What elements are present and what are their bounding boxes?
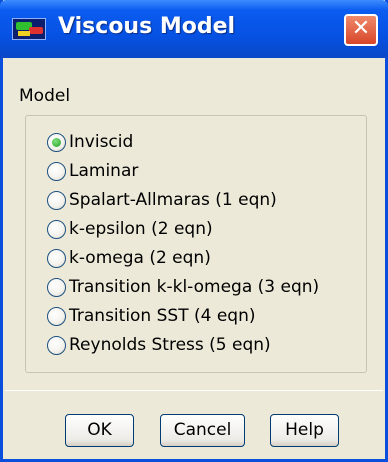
- radio-label: Laminar: [69, 161, 139, 181]
- radio-option-inviscid[interactable]: Inviscid: [47, 129, 133, 155]
- radio-button[interactable]: [47, 161, 66, 181]
- radio-option-k-epsilon[interactable]: k-epsilon (2 eqn): [47, 216, 213, 242]
- window-title: Viscous Model: [58, 14, 236, 39]
- radio-button[interactable]: [47, 277, 66, 297]
- ok-button[interactable]: OK: [65, 414, 134, 447]
- radio-button[interactable]: [47, 306, 66, 326]
- radio-option-reynolds-stress[interactable]: Reynolds Stress (5 eqn): [47, 332, 271, 358]
- radio-label: Transition k-kl-omega (3 eqn): [69, 277, 320, 297]
- radio-label: k-epsilon (2 eqn): [69, 219, 213, 239]
- button-divider: [5, 390, 383, 391]
- radio-label: k-omega (2 eqn): [69, 248, 211, 268]
- model-group-label: Model: [19, 86, 71, 106]
- radio-button[interactable]: [47, 190, 66, 210]
- radio-button[interactable]: [47, 335, 66, 355]
- cancel-button[interactable]: Cancel: [160, 414, 245, 447]
- radio-button[interactable]: [47, 219, 66, 239]
- radio-label: Inviscid: [69, 132, 134, 152]
- radio-label: Spalart-Allmaras (1 eqn): [69, 190, 277, 210]
- app-icon: [12, 18, 46, 40]
- radio-option-transition-sst[interactable]: Transition SST (4 eqn): [47, 303, 256, 329]
- radio-label: Reynolds Stress (5 eqn): [69, 335, 271, 355]
- close-button[interactable]: ✕: [344, 14, 378, 46]
- radio-option-k-omega[interactable]: k-omega (2 eqn): [47, 245, 211, 271]
- radio-option-laminar[interactable]: Laminar: [47, 158, 138, 184]
- radio-option-spalart-allmaras[interactable]: Spalart-Allmaras (1 eqn): [47, 187, 277, 213]
- viscous-model-dialog: Viscous Model ✕ Model Inviscid Laminar S…: [0, 0, 388, 462]
- help-button[interactable]: Help: [270, 414, 339, 447]
- radio-button[interactable]: [47, 248, 66, 268]
- radio-button[interactable]: [47, 132, 66, 152]
- radio-label: Transition SST (4 eqn): [69, 306, 256, 326]
- title-bar[interactable]: Viscous Model ✕: [0, 0, 388, 58]
- radio-option-transition-k-kl-omega[interactable]: Transition k-kl-omega (3 eqn): [47, 274, 319, 300]
